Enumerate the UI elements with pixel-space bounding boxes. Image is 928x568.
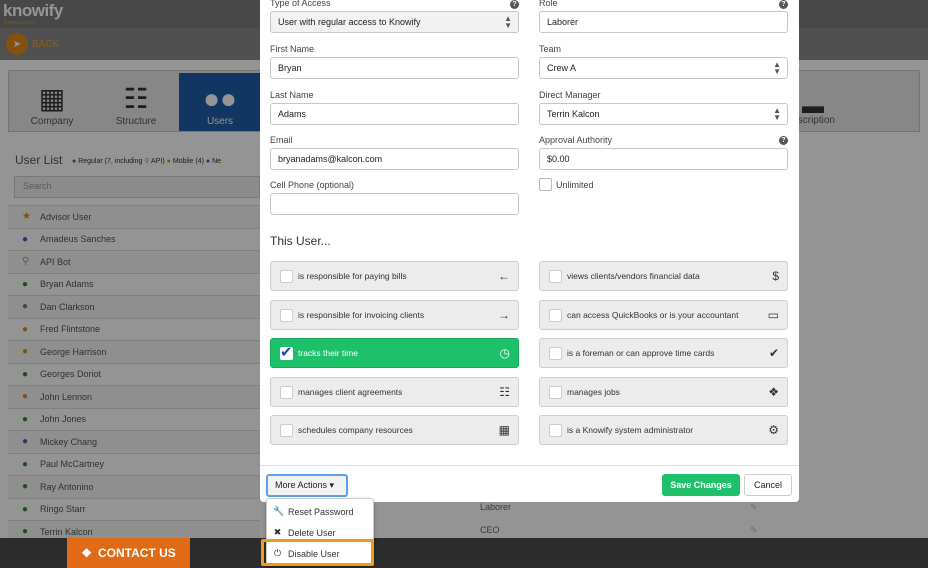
role-input[interactable]: Laborer xyxy=(539,11,788,33)
type-of-access-value: User with regular access to Knowify xyxy=(278,17,421,27)
contact-us-button[interactable]: ❖ CONTACT US xyxy=(67,538,190,568)
help-icon[interactable]: ? xyxy=(510,0,519,9)
disable-user-highlight xyxy=(261,539,374,566)
permission-label: manages jobs xyxy=(567,386,620,397)
approval-authority-label: Approval Authority xyxy=(539,135,613,145)
select-caret-icon: ▲ ▼ xyxy=(773,60,781,76)
permission-toggle[interactable]: tracks their time ◷ xyxy=(270,338,519,368)
help-icon[interactable]: ? xyxy=(779,0,788,9)
first-name-input[interactable]: Bryan xyxy=(270,57,519,79)
permission-checkbox[interactable] xyxy=(280,270,293,283)
permission-toggle[interactable]: is responsible for paying bills ← xyxy=(270,261,519,291)
reset-password-item[interactable]: 🔧 Reset Password xyxy=(273,506,354,517)
puzzle-icon: ❖ xyxy=(768,384,779,399)
folder-open-icon: ▭ xyxy=(767,307,779,322)
permission-checkbox[interactable] xyxy=(549,270,562,283)
permission-checkbox[interactable] xyxy=(549,424,562,437)
more-actions-label: More Actions xyxy=(275,480,328,490)
gear-icon: ⚙ xyxy=(768,423,779,437)
approval-authority-input[interactable]: $0.00 xyxy=(539,148,788,170)
permission-label: is responsible for paying bills xyxy=(298,271,407,281)
life-ring-icon: ❖ xyxy=(81,546,92,560)
cancel-button[interactable]: Cancel xyxy=(744,474,792,496)
check-circle-icon: ✔ xyxy=(768,346,779,360)
permission-toggle[interactable]: is a Knowify system administrator ⚙ xyxy=(539,415,788,445)
permission-label: schedules company resources xyxy=(298,425,413,435)
close-icon: ✖ xyxy=(273,527,282,537)
permission-toggle[interactable]: manages client agreements ☷ xyxy=(270,376,519,407)
arrow-left-circle-icon: ← xyxy=(498,269,510,283)
team-value: Crew A xyxy=(547,63,577,73)
permission-toggle[interactable]: manages jobs ❖ xyxy=(539,376,788,407)
permission-toggle[interactable]: is a foreman or can approve time cards ✔ xyxy=(539,338,788,368)
last-name-input[interactable]: Adams xyxy=(270,103,519,125)
cell-phone-label: Cell Phone (optional) xyxy=(270,180,355,190)
delete-user-label: Delete User xyxy=(288,527,336,538)
caret-down-icon: ▾ xyxy=(329,480,335,490)
wrench-icon: 🔧 xyxy=(273,506,285,516)
team-select[interactable]: Crew A ▲ ▼ xyxy=(539,57,788,79)
more-actions-button[interactable]: More Actions ▾ xyxy=(266,474,348,497)
arrow-right-circle-icon: → xyxy=(498,307,510,322)
edit-user-modal: Type of Access ? User with regular acces… xyxy=(260,0,799,502)
clock-icon: ◷ xyxy=(499,346,510,360)
dollar-icon: $ xyxy=(772,269,779,283)
unlimited-checkbox[interactable] xyxy=(539,178,552,191)
select-caret-icon: ▲ ▼ xyxy=(773,106,781,122)
permission-label: can access QuickBooks or is your account… xyxy=(567,309,739,320)
permission-checkbox[interactable] xyxy=(549,308,562,322)
permission-label: views clients/vendors financial data xyxy=(567,271,700,281)
email-field[interactable]: bryanadams@kalcon.com xyxy=(270,148,519,170)
unlimited-label: Unlimited xyxy=(556,180,594,190)
permission-toggle[interactable]: schedules company resources ▦ xyxy=(270,415,519,445)
permission-label: is a Knowify system administrator xyxy=(567,425,694,435)
reset-password-label: Reset Password xyxy=(288,506,354,517)
cell-phone-input[interactable] xyxy=(270,193,519,215)
permission-checkbox[interactable] xyxy=(280,424,293,437)
save-changes-button[interactable]: Save Changes xyxy=(662,474,740,496)
permission-checkbox[interactable] xyxy=(280,343,293,361)
permission-toggle[interactable]: views clients/vendors financial data $ xyxy=(539,261,788,291)
permission-label: is responsible for invoicing clients xyxy=(298,309,425,320)
last-name-label: Last Name xyxy=(270,90,314,100)
permission-checkbox[interactable] xyxy=(280,385,293,399)
role-label: Role xyxy=(539,0,558,8)
modal-footer: More Actions ▾ Save Changes Cancel xyxy=(260,465,799,502)
permission-toggle[interactable]: is responsible for invoicing clients → xyxy=(270,299,519,330)
type-of-access-label: Type of Access xyxy=(270,0,331,8)
direct-manager-value: Terrin Kalcon xyxy=(547,109,600,119)
delete-user-item[interactable]: ✖ Delete User xyxy=(273,527,336,538)
this-user-title: This User... xyxy=(270,234,331,248)
select-caret-icon: ▲ ▼ xyxy=(504,14,512,30)
permission-checkbox[interactable] xyxy=(549,385,562,399)
type-of-access-select[interactable]: User with regular access to Knowify ▲ ▼ xyxy=(270,11,519,33)
email-label: Email xyxy=(270,135,293,145)
permission-checkbox[interactable] xyxy=(549,347,562,360)
direct-manager-label: Direct Manager xyxy=(539,90,601,100)
contact-us-label: CONTACT US xyxy=(97,546,176,560)
first-name-label: First Name xyxy=(270,44,315,54)
permission-checkbox[interactable] xyxy=(280,308,293,322)
calendar-icon: ▦ xyxy=(498,423,510,437)
permission-toggle[interactable]: can access QuickBooks or is your account… xyxy=(539,299,788,330)
team-label: Team xyxy=(539,44,562,54)
document-icon: ☷ xyxy=(499,384,510,399)
permission-label: tracks their time xyxy=(298,348,358,358)
permission-label: manages client agreements xyxy=(298,386,403,397)
help-icon[interactable]: ? xyxy=(779,136,788,145)
direct-manager-select[interactable]: Terrin Kalcon ▲ ▼ xyxy=(539,103,788,125)
permission-label: is a foreman or can approve time cards xyxy=(567,348,715,358)
